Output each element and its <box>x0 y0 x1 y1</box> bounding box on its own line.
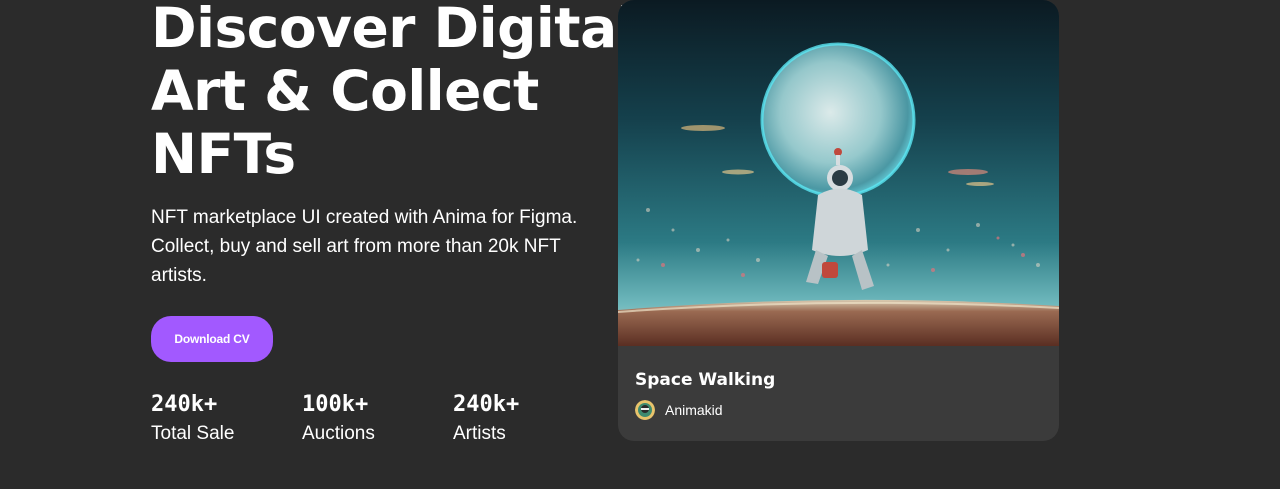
stat-total-sale: 240k+ Total Sale <box>151 392 302 449</box>
stat-label: Auctions <box>302 423 375 444</box>
nft-title[interactable]: Space Walking <box>635 368 775 392</box>
stat-value: 100k+ <box>302 392 369 417</box>
hero-section: Discover Digital Art & Collect NFTs NFT … <box>151 0 636 444</box>
hero-subtext: NFT marketplace UI created with Anima fo… <box>151 207 578 286</box>
headline-line: Art & Collect <box>151 59 539 123</box>
headline-line: NFTs <box>151 122 296 186</box>
stat-label: Total Sale <box>151 423 235 444</box>
card-info: Space Walking Animakid <box>635 368 775 420</box>
stats-row: 240k+ Total Sale 100k+ Auctions 240k+ Ar… <box>151 392 604 449</box>
artist-link[interactable]: Animakid <box>635 400 775 420</box>
nft-artwork-image[interactable] <box>618 0 1059 346</box>
hero-headline: Discover Digital Art & Collect NFTs <box>151 0 636 186</box>
download-cv-button[interactable]: Download CV <box>151 316 273 362</box>
artist-avatar <box>635 400 655 420</box>
featured-nft-card[interactable]: Space Walking Animakid <box>618 0 1059 441</box>
headline-line: Discover Digital <box>151 0 636 60</box>
stat-auctions: 100k+ Auctions <box>302 392 453 449</box>
stat-value: 240k+ <box>151 392 218 417</box>
artist-name: Animakid <box>665 402 723 418</box>
stat-artists: 240k+ Artists <box>453 392 604 449</box>
stat-value: 240k+ <box>453 392 520 417</box>
stat-label: Artists <box>453 423 506 444</box>
page: Discover Digital Art & Collect NFTs NFT … <box>0 0 1280 489</box>
